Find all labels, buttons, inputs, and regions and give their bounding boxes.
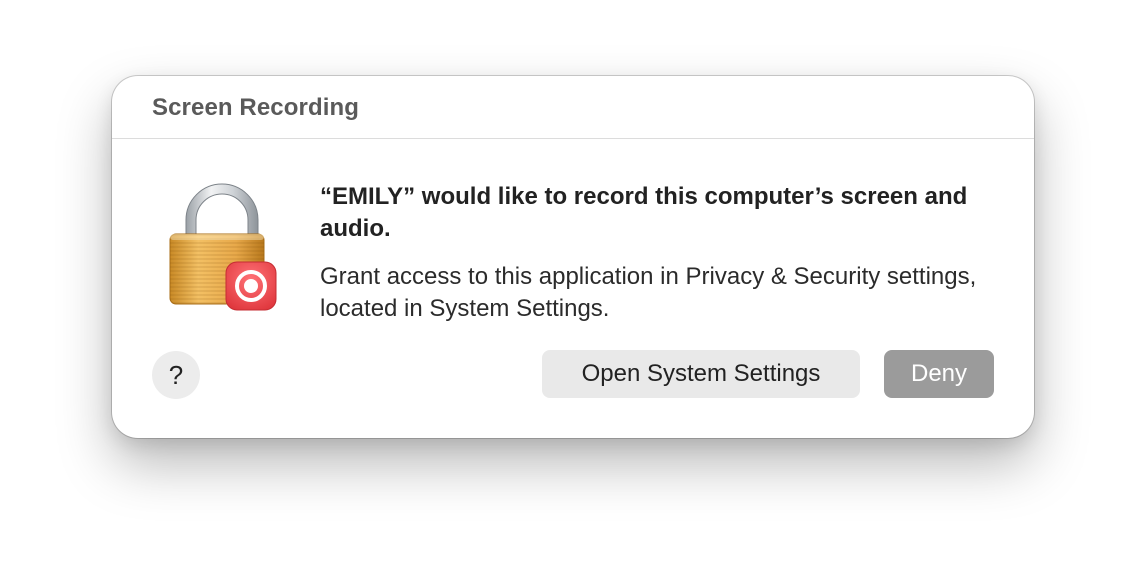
lock-with-record-badge-icon <box>164 182 280 314</box>
permission-headline: “EMILY” would like to record this comput… <box>320 183 968 242</box>
open-system-settings-button[interactable]: Open System Settings <box>542 350 860 398</box>
dialog-header: Screen Recording <box>112 76 1034 139</box>
permission-description: Grant access to this application in Priv… <box>320 263 977 322</box>
screen: Screen Recording “EMILY” would like to r… <box>0 0 1146 586</box>
dialog-title: Screen Recording <box>152 94 359 121</box>
help-button[interactable]: ? <box>152 351 200 399</box>
deny-button[interactable]: Deny <box>884 350 994 398</box>
screen-recording-permission-dialog: Screen Recording “EMILY” would like to r… <box>112 76 1034 438</box>
